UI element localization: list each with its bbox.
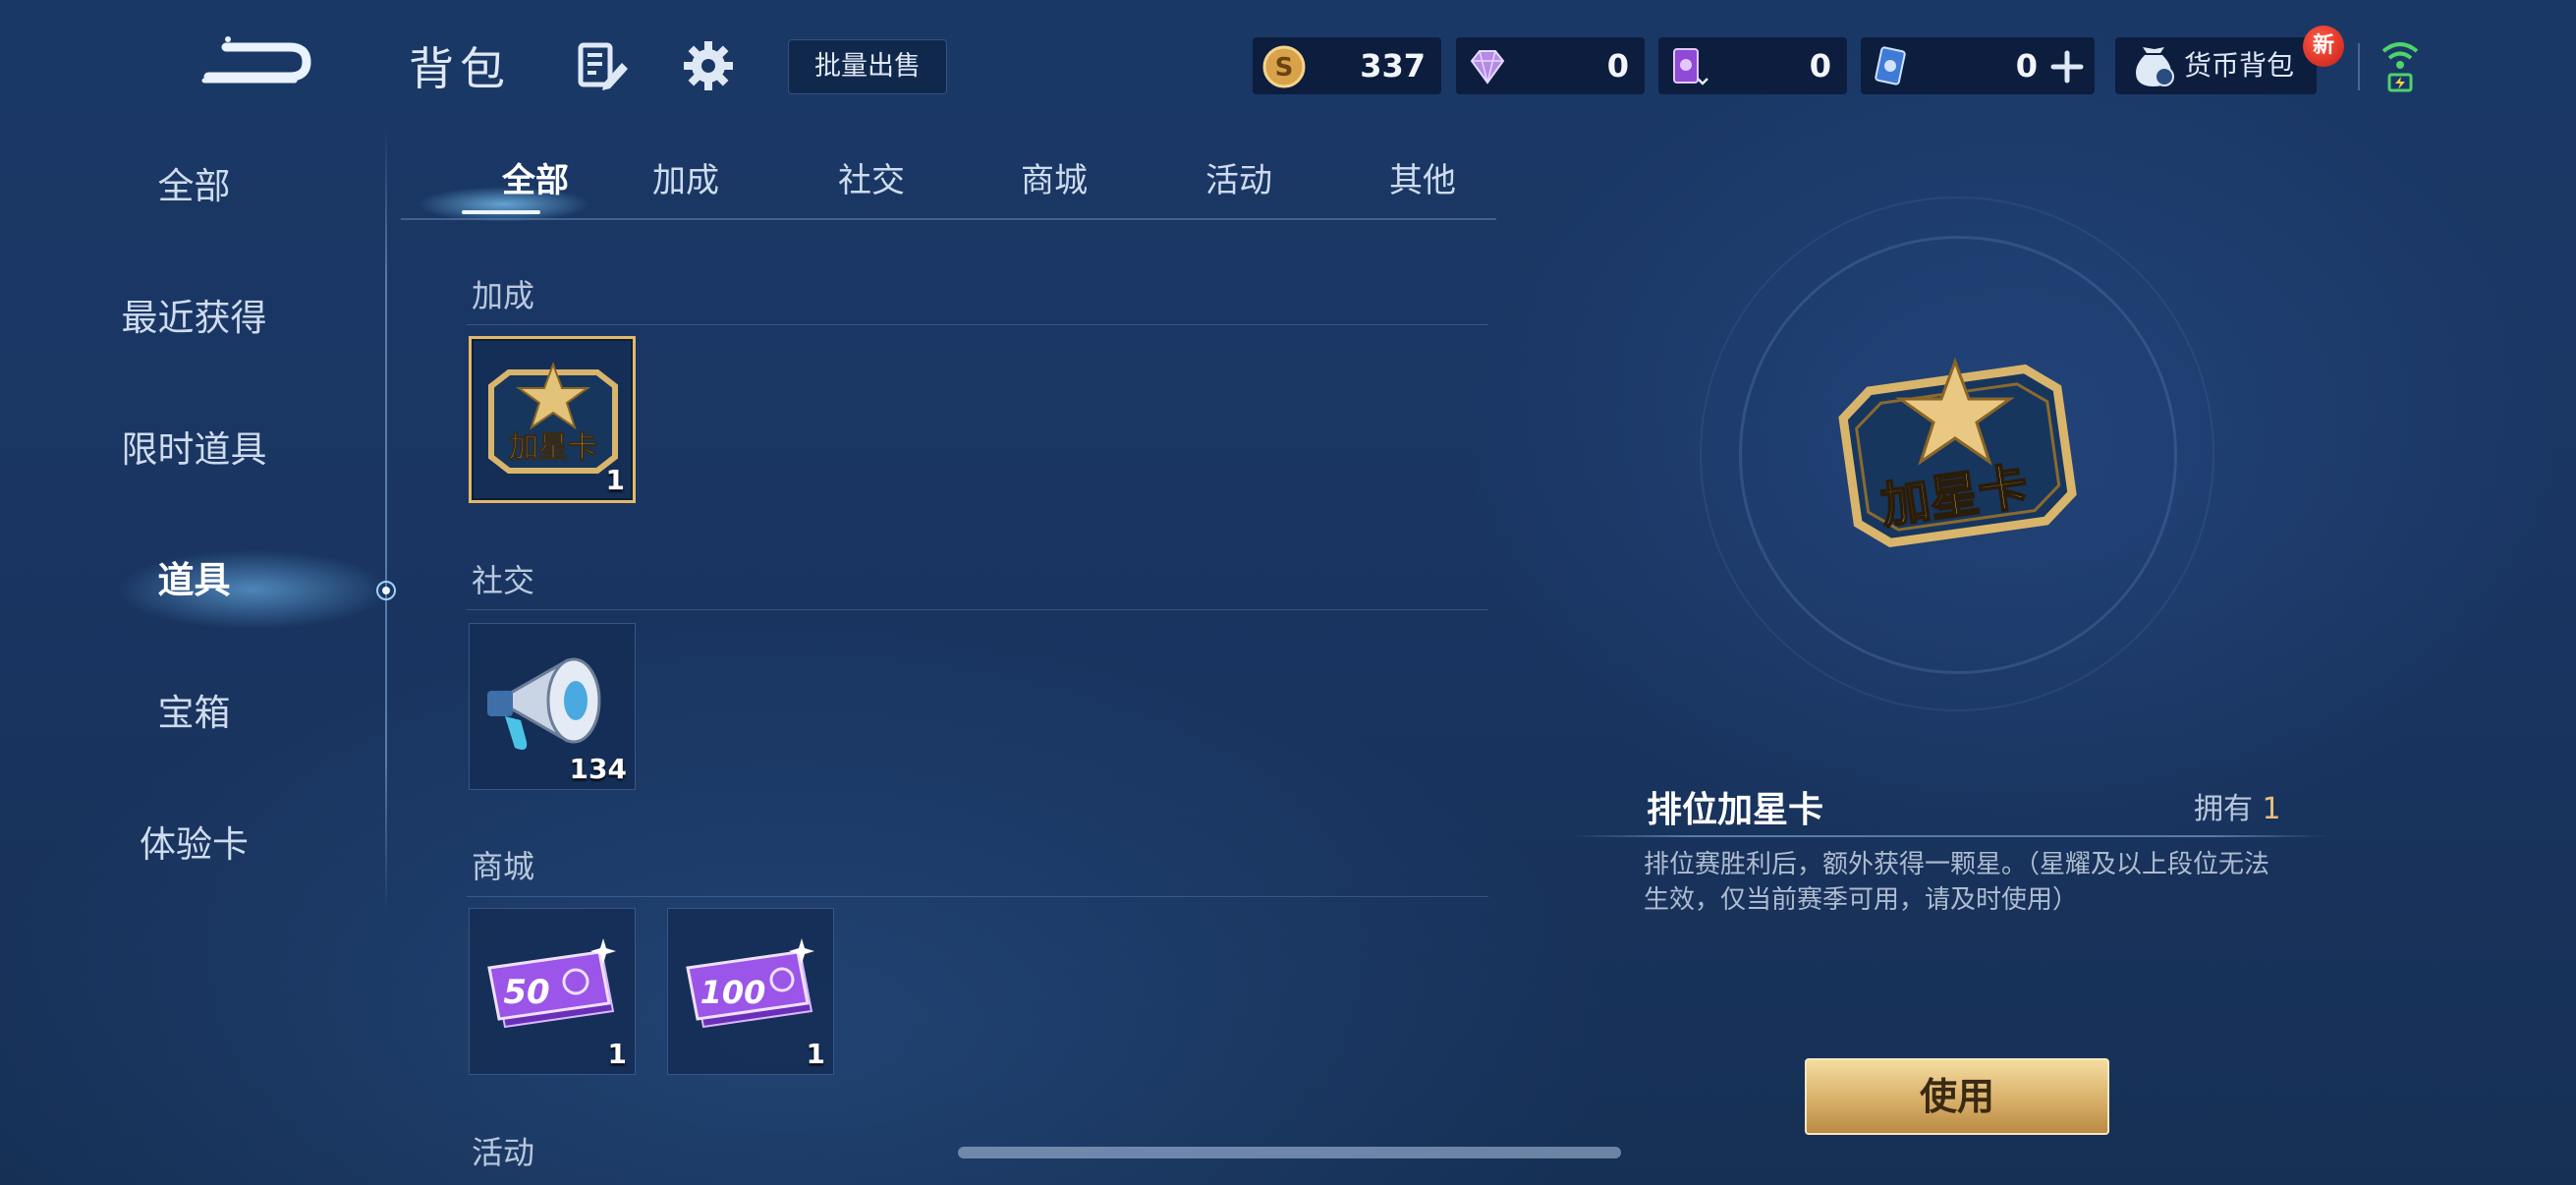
item-count: 1 — [607, 1038, 627, 1070]
blue-card-counter[interactable]: 0 — [1861, 37, 2095, 94]
tab-bonus[interactable]: 加成 — [612, 153, 759, 201]
purple-card-value: 0 — [1809, 47, 1831, 85]
home-indicator[interactable] — [958, 1147, 1621, 1158]
section-divider — [467, 609, 1488, 610]
section-label-event: 活动 — [472, 1134, 535, 1171]
gold-coin-value: 337 — [1360, 47, 1426, 85]
sidebar-item-all[interactable]: 全部 — [0, 147, 388, 226]
detail-description: 排位赛胜利后，额外获得一颗星。（星耀及以上段位无法生效，仅当前赛季可用，请及时使… — [1644, 850, 2270, 915]
item-slot-loudspeaker[interactable]: 134 — [469, 623, 636, 790]
sidebar-active-dot — [376, 581, 396, 600]
star-card-icon: 加星卡 — [488, 362, 618, 474]
tab-event[interactable]: 活动 — [1165, 153, 1313, 201]
svg-text:S: S — [1275, 53, 1294, 83]
diamond-value: 0 — [1606, 47, 1629, 85]
item-slot-star-card[interactable]: 加星卡 1 — [469, 336, 636, 503]
tab-active-underline — [462, 210, 540, 214]
section-divider — [467, 324, 1488, 325]
owned-label: 拥有 — [2194, 792, 2253, 826]
sidebar-item-limited[interactable]: 限时道具 — [0, 411, 388, 489]
gold-coin-counter: S 337 — [1253, 37, 1441, 94]
tab-social[interactable]: 社交 — [798, 153, 945, 201]
coupon-100-icon: 100 — [686, 938, 814, 1029]
tab-bar: 全部 加成 社交 商城 活动 其他 — [401, 145, 1496, 220]
item-count: 1 — [605, 464, 625, 496]
item-slot-coupon-100[interactable]: 100 1 — [667, 908, 834, 1075]
detail-item-name: 排位加星卡 — [1647, 790, 1824, 830]
new-badge: 新 — [2303, 26, 2344, 67]
tab-all[interactable]: 全部 — [462, 153, 609, 201]
detail-owned: 拥有 1 — [2194, 784, 2281, 827]
coupon-50-icon: 50 — [487, 938, 616, 1029]
bulk-sell-button[interactable]: 批量出售 — [788, 39, 947, 94]
tab-other[interactable]: 其他 — [1349, 153, 1496, 201]
item-slot-coupon-50[interactable]: 50 1 — [469, 908, 636, 1075]
edit-icon[interactable] — [575, 39, 630, 94]
currency-wallet-button[interactable]: 货币背包 — [2115, 37, 2317, 94]
use-button[interactable]: 使用 — [1805, 1058, 2109, 1135]
detail-item-image: 加星卡 — [1829, 354, 2085, 554]
diamond-icon — [1470, 50, 1505, 85]
detail-divider — [1572, 835, 2328, 837]
coupon-50-text: 50 — [503, 973, 549, 1012]
sidebar-item-recent[interactable]: 最近获得 — [0, 279, 388, 358]
money-bag-icon — [2136, 47, 2174, 86]
item-count: 1 — [806, 1038, 825, 1070]
plus-icon[interactable] — [2049, 49, 2085, 85]
back-button[interactable] — [196, 28, 314, 96]
sidebar-item-chests[interactable]: 宝箱 — [0, 674, 388, 753]
sidebar-item-trial-cards[interactable]: 体验卡 — [0, 806, 388, 884]
tab-shop[interactable]: 商城 — [980, 153, 1128, 201]
gold-coin-icon: S — [1262, 45, 1306, 88]
section-label-shop: 商城 — [472, 848, 535, 885]
wallet-label: 货币背包 — [2184, 49, 2295, 82]
owned-count: 1 — [2262, 792, 2281, 826]
page-title: 背包 — [409, 42, 511, 95]
blue-card-icon — [1875, 46, 1906, 85]
back-arrow-icon — [201, 36, 311, 84]
sidebar-item-props[interactable]: 道具 — [0, 541, 388, 620]
wifi-battery-icon — [2380, 37, 2421, 94]
purple-card-counter[interactable]: 0 — [1658, 37, 1847, 94]
diamond-counter: 0 — [1456, 37, 1645, 94]
gear-icon[interactable] — [682, 39, 735, 92]
section-divider — [467, 896, 1488, 897]
header-divider — [2358, 43, 2360, 90]
purple-card-icon — [1673, 48, 1708, 85]
blue-card-value: 0 — [2015, 47, 2038, 85]
star-card-large-icon: 加星卡 — [1838, 357, 2077, 548]
section-label-social: 社交 — [472, 562, 535, 599]
coupon-100-text: 100 — [700, 974, 766, 1011]
item-count: 134 — [569, 753, 627, 785]
sidebar-divider — [385, 128, 387, 914]
section-label-bonus: 加成 — [472, 277, 535, 314]
star-card-text: 加星卡 — [509, 430, 597, 465]
